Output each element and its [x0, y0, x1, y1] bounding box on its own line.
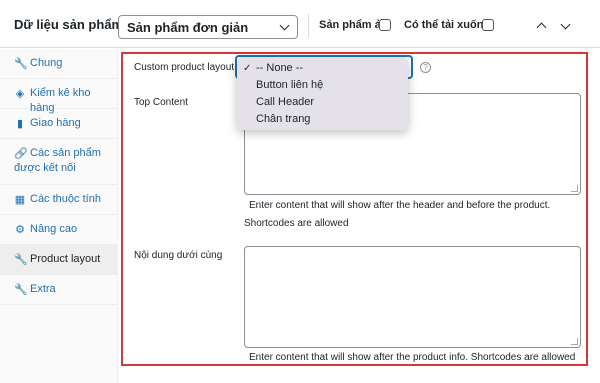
wrench-icon: 🔧 [14, 58, 28, 70]
downloadable-checkbox[interactable] [482, 19, 494, 31]
tab-advanced[interactable]: ⚙ Nâng cao [0, 215, 118, 245]
bottom-content-description: Enter content that will show after the p… [249, 352, 576, 363]
dropdown-option-contact-button[interactable]: Button liên hệ [237, 77, 408, 94]
virtual-checkbox[interactable] [379, 19, 391, 31]
tab-shipping[interactable]: ▮ Giao hàng [0, 109, 118, 139]
chevron-up-icon [536, 22, 547, 33]
custom-layout-dropdown-menu: ✓ -- None -- Button liên hệ Call Header … [237, 57, 408, 130]
top-content-description: Enter content that will show after the h… [249, 200, 551, 211]
tab-label-line2: được kết nối [14, 162, 76, 174]
dropdown-option-call-header[interactable]: Call Header [237, 94, 408, 111]
shortcodes-note: Shortcodes are allowed [244, 218, 349, 229]
tab-label: Product layout [30, 253, 101, 265]
custom-layout-label: Custom product layout [134, 62, 235, 73]
tab-label: Giao hàng [30, 117, 81, 129]
gear-icon: ⚙ [15, 224, 25, 236]
top-content-label: Top Content [134, 97, 188, 108]
downloadable-label: Có thể tải xuống: [404, 19, 494, 31]
tab-inventory[interactable]: ◈ Kiểm kê kho hàng [0, 79, 118, 114]
product-data-tabs: 🔧 Chung ◈ Kiểm kê kho hàng ▮ Giao hàng 🔗… [0, 49, 118, 383]
tab-extra[interactable]: 🔧 Extra [0, 275, 118, 305]
header-divider [308, 14, 309, 38]
resize-handle-icon[interactable] [571, 338, 578, 345]
dropdown-option-footer[interactable]: Chân trang [237, 111, 408, 128]
tab-linked-products[interactable]: 🔗 Các sản phẩm được kết nối [0, 139, 118, 185]
bottom-content-label: Nội dung dưới cùng [134, 250, 223, 261]
tab-label-line1: Các sản phẩm [30, 147, 101, 159]
product-data-header: Dữ liệu sản phẩm — Sản phẩm đơn giản Sản… [0, 0, 600, 48]
move-up-button[interactable] [536, 20, 548, 33]
tab-general[interactable]: 🔧 Chung [0, 49, 118, 79]
chevron-down-icon [279, 20, 290, 31]
bottom-content-textarea[interactable] [244, 246, 581, 348]
help-icon[interactable]: ? [420, 62, 431, 73]
checkmark-icon: ✓ [243, 63, 252, 74]
product-type-select[interactable]: Sản phẩm đơn giản [118, 15, 298, 39]
tab-label: Extra [30, 283, 56, 295]
wrench-icon: 🔧 [14, 254, 28, 266]
dropdown-option-none[interactable]: ✓ -- None -- [237, 60, 408, 77]
wrench-icon: 🔧 [14, 284, 28, 296]
tag-icon: ◈ [15, 88, 25, 100]
chevron-down-icon [560, 19, 571, 30]
option-label: Chân trang [256, 113, 311, 125]
tab-product-layout[interactable]: 🔧 Product layout [0, 245, 118, 275]
tab-label: Chung [30, 57, 63, 69]
link-icon: 🔗 [14, 148, 28, 160]
tab-label: Nâng cao [30, 223, 78, 235]
resize-handle-icon[interactable] [571, 185, 578, 192]
list-icon: ▦ [14, 194, 26, 206]
product-type-value: Sản phẩm đơn giản [127, 20, 249, 35]
truck-icon: ▮ [16, 118, 24, 130]
tab-label: Các thuộc tính [30, 193, 101, 205]
option-label: -- None -- [256, 62, 304, 74]
option-label: Call Header [256, 96, 315, 108]
move-down-button[interactable] [560, 19, 572, 32]
option-label: Button liên hệ [256, 79, 324, 91]
tab-attributes[interactable]: ▦ Các thuộc tính [0, 185, 118, 215]
